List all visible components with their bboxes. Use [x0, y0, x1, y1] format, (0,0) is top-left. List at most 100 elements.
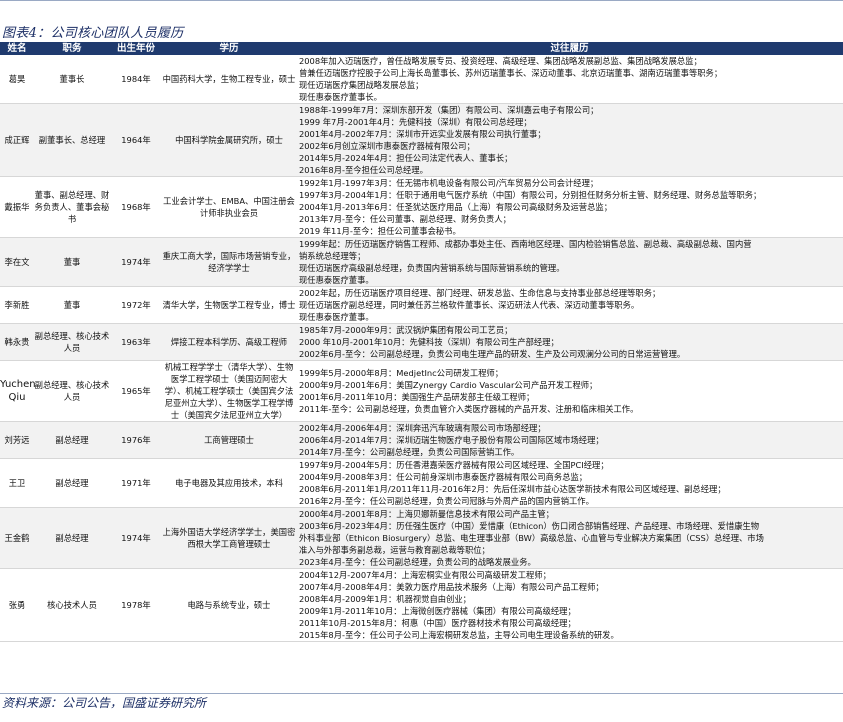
cell-title: 副总经理: [34, 458, 110, 508]
header-name: 姓名: [0, 42, 34, 55]
cell-experience: 2008年加入迈瑞医疗，曾任战略发展专员、投资经理、高级经理、集团战略发展副总监…: [296, 55, 843, 104]
cell-title: 董事: [34, 237, 110, 287]
cell-title: 董事: [34, 286, 110, 324]
experience-line: 2002年4月-2006年4月：深圳奔迅汽车玻璃有限公司市场部经理；: [299, 423, 546, 433]
cell-education: 中国科学院金属研究所，硕士: [162, 103, 296, 177]
cell-name: Yuchen Qiu: [0, 360, 36, 422]
cell-birth-year: 1965年: [110, 360, 162, 422]
cell-experience: 2002年起，历任迈瑞医疗项目经理、部门经理、研发总监、生命信息与支持事业部总经…: [296, 286, 843, 324]
cell-name: 王金鹤: [0, 507, 34, 569]
table-row: 葛昊 董事长 1984年 中国药科大学，生物工程专业，硕士 2008年加入迈瑞医疗，曾任…: [0, 55, 843, 104]
cell-birth-year: 1963年: [110, 323, 162, 361]
source-note: 资料来源：公司公告，国盛证券研究所: [2, 696, 207, 710]
table-caption: 图表4：公司核心团队人员履历: [2, 26, 184, 41]
cell-birth-year: 1968年: [110, 176, 162, 238]
cell-education: 工业会计学士、EMBA、中国注册会计师非执业会员: [162, 176, 296, 238]
experience-line: 2019 年11月-至今：担任公司董事会秘书。: [299, 226, 461, 236]
experience-line: 2011年10月-2015年8月：柯惠（中国）医疗器材技术有限公司高级经理；: [299, 618, 576, 628]
cell-name: 成正辉: [0, 103, 34, 177]
experience-line: 1997年9月-2004年5月：历任香港嘉荣医疗器械有限公司区域经理、全国PCI…: [299, 460, 609, 470]
experience-line: 2004年9月-2008年3月：任公司前身深圳市惠泰医疗器械有限公司商务总监；: [299, 472, 588, 482]
experience-line: 2006年4月-2014年7月：深圳迈瑞生物医疗电子股份有限公司国际区域市场经理…: [299, 435, 604, 445]
experience-line: 2004年12月-2007年4月：上海宏桐实业有限公司高级研发工程师；: [299, 570, 551, 580]
cell-birth-year: 1972年: [110, 286, 162, 324]
experience-line: 曾兼任迈瑞医疗控股子公司上海长岛董事长、苏州迈瑞董事长、深迈动董事、北京迈瑞董事…: [299, 68, 723, 78]
cell-education: 工商管理硕士: [162, 421, 296, 459]
cell-title: 副总经理、核心技术人员: [34, 323, 110, 361]
experience-line: 2004年1月-2013年6月：任圣犹达医疗用品（上海）有限公司高级财务及运营总…: [299, 202, 612, 212]
experience-line: 2008年6月-2011年1月/2011年11月-2016年2月：先后任深圳市益…: [299, 484, 726, 494]
experience-line: 2000年4月-2001年8月：上海贝娜新曼信息技术有限公司产品主管；: [299, 509, 554, 519]
cell-education: 焊接工程本科学历、高级工程师: [162, 323, 296, 361]
table-row: 刘芳远 副总经理 1976年 工商管理硕士 2002年4月-2006年4月：深圳奔迅汽车…: [0, 421, 843, 459]
experience-line: 2008年4月-2009年1月：机器视觉自由创业；: [299, 594, 471, 604]
cell-birth-year: 1971年: [110, 458, 162, 508]
cell-title: 核心技术人员: [34, 568, 110, 642]
experience-line: 2016年8月-至今担任公司总经理。: [299, 165, 428, 175]
cell-title: 董事长: [34, 55, 110, 104]
cell-birth-year: 1976年: [110, 421, 162, 459]
experience-line: 1988年-1999年7月：深圳东部开发（集团）有限公司、深圳嘉云电子有限公司；: [299, 105, 599, 115]
table-row: 成正辉 副董事长、总经理 1964年 中国科学院金属研究所，硕士 1988年-1999年…: [0, 103, 843, 177]
cell-name: 李新胜: [0, 286, 34, 324]
experience-line: 现任迈瑞医疗副总经理，同时兼任苏兰格软件董事长、深迈研法人代表、深迈动董事等职务…: [299, 300, 640, 310]
experience-line: 2002年6月-至今：公司副总经理，负责公司电生理产品的研发、生产及公司观澜分公…: [299, 349, 686, 359]
experience-line: 2001年6月-2011年10月：美国强生产品研发部主任级工程师；: [299, 392, 535, 402]
experience-line: 准入与外部事务副总裁，运营与教育副总裁等职位；: [299, 545, 490, 555]
experience-line: 现任惠泰医疗董事。: [299, 312, 374, 322]
cell-experience: 2002年4月-2006年4月：深圳奔迅汽车玻璃有限公司市场部经理； 2006年4…: [296, 421, 843, 459]
cell-name: 刘芳远: [0, 421, 34, 459]
cell-name: 葛昊: [0, 55, 34, 104]
cell-experience: 1992年1月-1997年3月：任无锡市机电设备有限公司/汽车贸易分公司会计经理…: [296, 176, 843, 238]
experience-line: 2001年4月-2002年7月：深圳市开远实业发展有限公司执行董事；: [299, 129, 546, 139]
experience-line: 2003年6月-2023年4月：历任强生医疗（中国）爱惜康（Ethicon）伤口…: [299, 521, 760, 531]
experience-line: 2013年7月-至今：任公司董事、副总经理、财务负责人；: [299, 214, 511, 224]
cell-birth-year: 1974年: [110, 237, 162, 287]
table-row: 王卫 副总经理 1971年 电子电器及其应用技术，本科 1997年9月-2004年5月：…: [0, 458, 843, 508]
experience-line: 1985年7月-2000年9月：武汉锅炉集团有限公司工艺员；: [299, 325, 513, 335]
experience-line: 2015年8月-至今：任公司子公司上海宏桐研发总监，主导公司电生理设备系统的研发…: [299, 630, 619, 640]
cell-birth-year: 1984年: [110, 55, 162, 104]
experience-line: 2016年2月-至今：任公司副总经理，负责公司冠脉与外周产品的国内营销工作。: [299, 496, 594, 506]
cell-experience: 2004年12月-2007年4月：上海宏桐实业有限公司高级研发工程师； 2007年…: [296, 568, 843, 642]
experience-line: 1999年5月-2000年8月：MedjetInc公司研发工程师；: [299, 368, 504, 378]
cell-name: 韩永贵: [0, 323, 34, 361]
experience-line: 2011年-至今：公司副总经理，负责血管介入类医疗器械的产品开发、注册和临床相关…: [299, 404, 639, 414]
cell-education: 电子电器及其应用技术，本科: [162, 458, 296, 508]
experience-line: 现任迈瑞医疗高级副总经理，负责国内营销系统与国际营销系统的管理。: [299, 263, 565, 273]
cell-title: 副董事长、总经理: [34, 103, 110, 177]
cell-experience: 1999年5月-2000年8月：MedjetInc公司研发工程师； 2000年9月…: [296, 360, 843, 422]
experience-line: 2014年5月-2024年4月：担任公司法定代表人、董事长；: [299, 153, 513, 163]
cell-title: 副总经理: [34, 421, 110, 459]
cell-birth-year: 1964年: [110, 103, 162, 177]
cell-birth-year: 1974年: [110, 507, 162, 569]
experience-line: 2002年起，历任迈瑞医疗项目经理、部门经理、研发总监、生命信息与支持事业部总经…: [299, 288, 661, 298]
table-row: 韩永贵 副总经理、核心技术人员 1963年 焊接工程本科学历、高级工程师 1985年7月…: [0, 323, 843, 361]
cell-name: 王卫: [0, 458, 34, 508]
cell-education: 上海外国语大学经济学学士，美国密西根大学工商管理硕士: [162, 507, 296, 569]
table-row: 戴振华 董事、副总经理、财务负责人、董事会秘书 1968年 工业会计学士、EMBA、中…: [0, 176, 843, 238]
experience-line: 2000 年10月-2001年10月：先健科技（深圳）有限公司生产部经理；: [299, 337, 559, 347]
experience-line: 2000年9月-2001年6月：美国Zynergy Cardio Vascula…: [299, 380, 598, 390]
header-education: 学历: [162, 42, 296, 55]
top-rule: [0, 0, 843, 4]
header-experience: 过往履历: [296, 42, 843, 55]
cell-education: 重庆工商大学，国际市场营销专业，经济学学士: [162, 237, 296, 287]
experience-line: 1999年起：历任迈瑞医疗销售工程师、成都办事处主任、西南地区经理、国内检验销售…: [299, 239, 752, 249]
cell-education: 电路与系统专业，硕士: [162, 568, 296, 642]
experience-line: 现任迈瑞医疗集团战略发展总监；: [299, 80, 424, 90]
experience-line: 1997年3月-2004年1月：任职于通用电气医疗系统（中国）有限公司，分别担任…: [299, 190, 762, 200]
experience-line: 现任惠泰医疗董事长。: [299, 92, 382, 102]
cell-name: 李在文: [0, 237, 34, 287]
table-row: 张勇 核心技术人员 1978年 电路与系统专业，硕士 2004年12月-2007年4月：…: [0, 568, 843, 642]
cell-name: 戴振华: [0, 176, 34, 238]
table-row: Yuchen Qiu 副总经理、核心技术人员 1965年 机械工程学学士（清华大学）、…: [0, 360, 843, 422]
experience-line: 2008年加入迈瑞医疗，曾任战略发展专员、投资经理、高级经理、集团战略发展副总监…: [299, 56, 702, 66]
experience-line: 2009年1月-2011年10月：上海微创医疗器械（集团）有限公司高级经理；: [299, 606, 576, 616]
cell-title: 副总经理: [34, 507, 110, 569]
experience-line: 销系统总经理等；: [299, 251, 366, 261]
cell-experience: 2000年4月-2001年8月：上海贝娜新曼信息技术有限公司产品主管； 2003年…: [296, 507, 843, 569]
cell-title: 副总经理、核心技术人员: [34, 360, 110, 422]
header-birth: 出生年份: [110, 42, 162, 55]
cell-title: 董事、副总经理、财务负责人、董事会秘书: [34, 176, 110, 238]
